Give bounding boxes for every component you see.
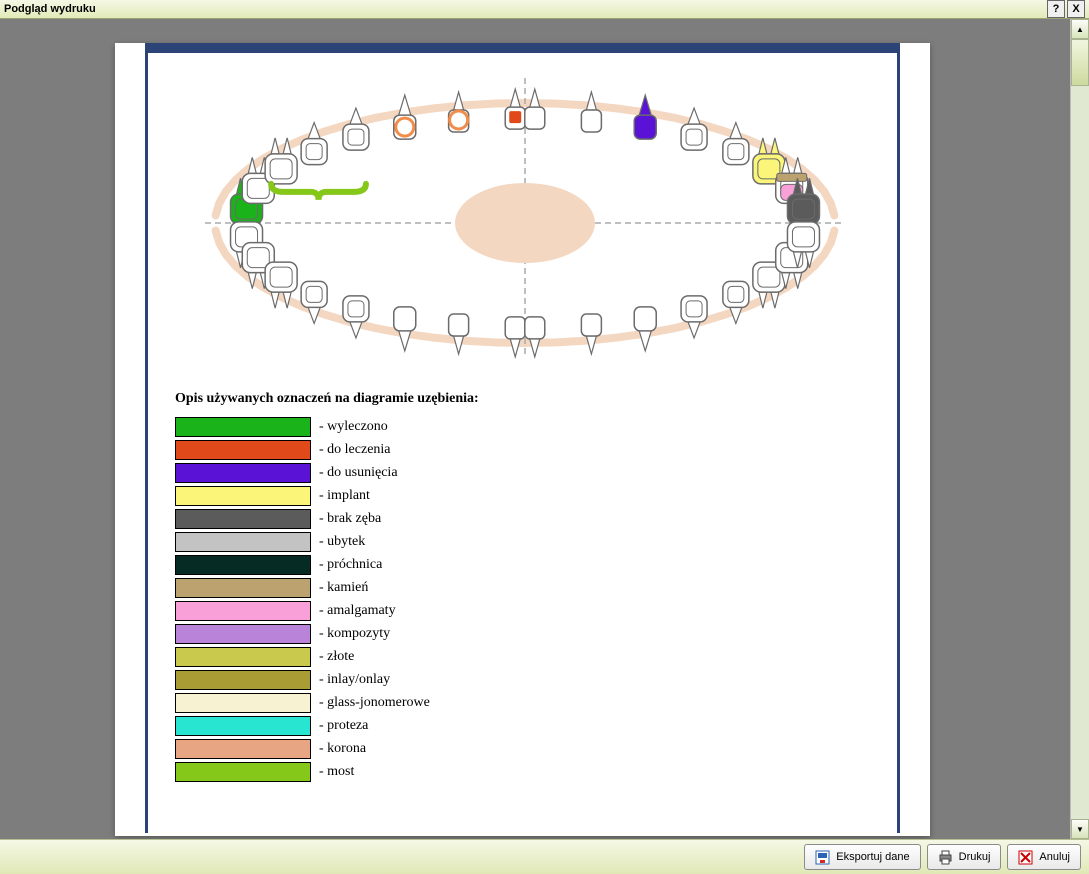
print-button[interactable]: Drukuj — [927, 844, 1002, 870]
legend-row: - brak zęba — [175, 507, 675, 530]
legend-row: - amalgamaty — [175, 599, 675, 622]
legend-label: - proteza — [319, 718, 368, 734]
legend-swatch — [175, 624, 311, 644]
tooth-32 — [581, 314, 601, 354]
legend-row: - inlay/onlay — [175, 668, 675, 691]
help-button[interactable]: ? — [1047, 0, 1065, 18]
legend-title: Opis używanych oznaczeń na diagramie uzę… — [175, 391, 675, 407]
legend-label: - kamień — [319, 580, 368, 596]
tooth-43 — [394, 307, 416, 351]
legend-row: - złote — [175, 645, 675, 668]
scroll-thumb[interactable] — [1071, 39, 1089, 86]
printer-icon — [938, 850, 953, 865]
legend-label: - kompozyty — [319, 626, 390, 642]
tooth-13 — [394, 95, 416, 139]
vertical-scrollbar[interactable]: ▲ ▼ — [1070, 19, 1089, 839]
legend-swatch — [175, 486, 311, 506]
legend-label: - do usunięcia — [319, 465, 398, 481]
legend-swatch — [175, 601, 311, 621]
legend-label: - most — [319, 764, 354, 780]
tooth-11 — [505, 89, 525, 129]
legend-row: - korona — [175, 737, 675, 760]
tooth-22 — [581, 92, 601, 132]
tooth-14 — [343, 108, 369, 150]
legend-swatch — [175, 670, 311, 690]
legend-label: - brak zęba — [319, 511, 381, 527]
legend-label: - implant — [319, 488, 370, 504]
tooth-34 — [681, 296, 707, 338]
legend-row: - do usunięcia — [175, 461, 675, 484]
page-preview: Opis używanych oznaczeń na diagramie uzę… — [115, 43, 930, 836]
tooth-12 — [449, 92, 469, 132]
legend-label: - ubytek — [319, 534, 365, 550]
tooth-44 — [343, 296, 369, 338]
scroll-down-arrow[interactable]: ▼ — [1071, 819, 1089, 839]
tooth-42 — [449, 314, 469, 354]
cancel-label: Anuluj — [1039, 851, 1070, 863]
legend-row: - kompozyty — [175, 622, 675, 645]
tooth-23 — [634, 95, 656, 139]
legend-label: - do leczenia — [319, 442, 391, 458]
legend-label: - korona — [319, 741, 366, 757]
print-label: Drukuj — [959, 851, 991, 863]
tooth-31 — [525, 317, 545, 357]
legend-swatch — [175, 417, 311, 437]
legend-label: - wyleczono — [319, 419, 388, 435]
footer-bar: Eksportuj dane Drukuj Anuluj — [0, 839, 1089, 874]
legend-swatch — [175, 578, 311, 598]
legend-row: - ubytek — [175, 530, 675, 553]
legend-label: - próchnica — [319, 557, 382, 573]
dental-diagram — [175, 73, 875, 363]
legend-swatch — [175, 463, 311, 483]
cancel-icon — [1018, 850, 1033, 865]
tooth-21 — [525, 89, 545, 129]
scroll-up-arrow[interactable]: ▲ — [1071, 19, 1089, 39]
legend-row: - kamień — [175, 576, 675, 599]
legend-swatch — [175, 716, 311, 736]
export-label: Eksportuj dane — [836, 851, 909, 863]
legend-label: - złote — [319, 649, 354, 665]
disk-icon — [815, 850, 830, 865]
legend-swatch — [175, 440, 311, 460]
legend-row: - wyleczono — [175, 415, 675, 438]
window-title: Podgląd wydruku — [4, 3, 96, 15]
legend-row: - most — [175, 760, 675, 783]
legend-row: - do leczenia — [175, 438, 675, 461]
legend-swatch — [175, 762, 311, 782]
export-button[interactable]: Eksportuj dane — [804, 844, 920, 870]
legend-swatch — [175, 739, 311, 759]
legend-row: - glass-jonomerowe — [175, 691, 675, 714]
legend-swatch — [175, 647, 311, 667]
preview-viewport: Opis używanych oznaczeń na diagramie uzę… — [0, 19, 1070, 839]
close-button[interactable]: X — [1067, 0, 1085, 18]
cancel-button[interactable]: Anuluj — [1007, 844, 1081, 870]
titlebar: Podgląd wydruku ? X — [0, 0, 1089, 19]
legend-swatch — [175, 509, 311, 529]
legend-swatch — [175, 693, 311, 713]
legend-row: - próchnica — [175, 553, 675, 576]
legend-swatch — [175, 555, 311, 575]
tooth-41 — [505, 317, 525, 357]
legend-swatch — [175, 532, 311, 552]
legend-row: - implant — [175, 484, 675, 507]
legend-label: - glass-jonomerowe — [319, 695, 430, 711]
legend-label: - amalgamaty — [319, 603, 396, 619]
tooth-33 — [634, 307, 656, 351]
tooth-24 — [681, 108, 707, 150]
legend-label: - inlay/onlay — [319, 672, 390, 688]
legend-row: - proteza — [175, 714, 675, 737]
